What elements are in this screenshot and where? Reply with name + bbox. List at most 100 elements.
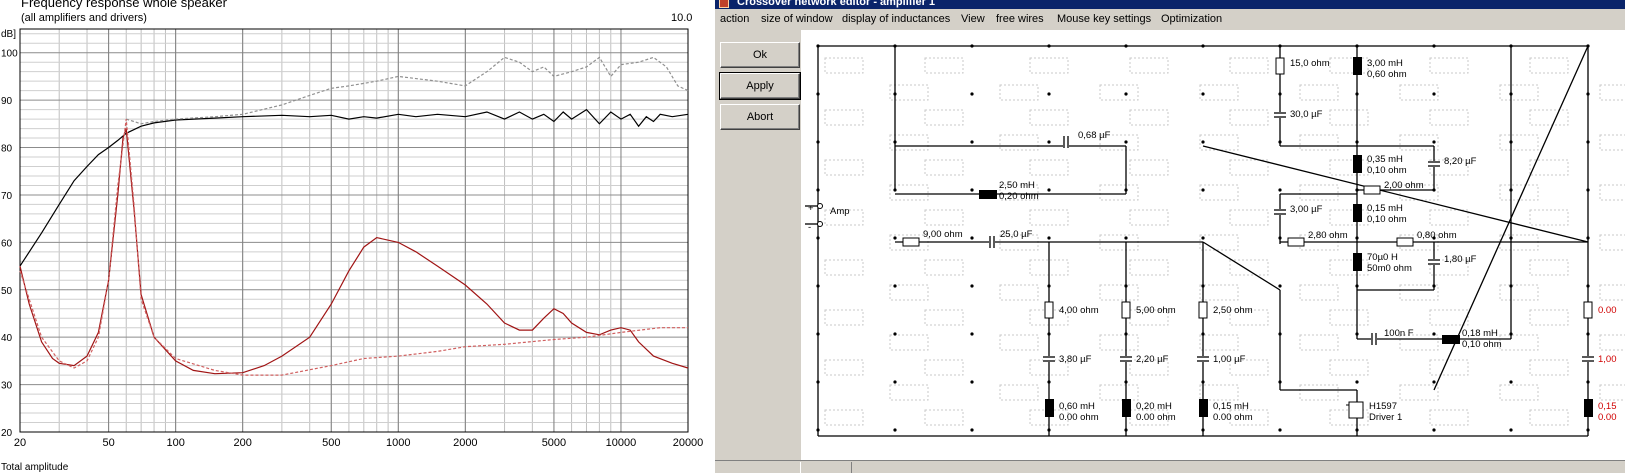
driver-label: H1597 <box>1369 401 1397 412</box>
c-70uH[interactable] <box>1353 253 1362 271</box>
placeholder-slot <box>1329 309 1369 326</box>
c-28ohm[interactable] <box>1287 237 1305 247</box>
placeholder-slot <box>889 334 929 351</box>
grid-node <box>893 284 897 288</box>
menu-inductances-label: display of inductances <box>842 13 951 25</box>
editor-menu-bar: action size of window display of inducta… <box>715 9 1625 30</box>
c-08ohm[interactable] <box>1396 237 1414 247</box>
apply-button[interactable]: Apply <box>719 72 801 100</box>
component-label: 0,10 ohm <box>1462 339 1502 350</box>
component-label: 3,00 mH <box>1367 58 1403 69</box>
menu-size-of-window[interactable]: size of window <box>761 13 833 25</box>
component-label: 0,60 ohm <box>1367 69 1407 80</box>
driver-1-symbol[interactable] <box>1348 401 1364 419</box>
component-label: 0,10 ohm <box>1367 214 1407 225</box>
grid-node <box>1047 188 1051 192</box>
c-015mHb[interactable] <box>1199 399 1208 417</box>
editor-button-panel: Ok Apply Abort <box>715 30 802 460</box>
placeholder-slot <box>1429 209 1469 226</box>
menu-display-of-inductances[interactable]: display of inductances <box>842 13 950 25</box>
c-9ohm[interactable] <box>902 237 920 247</box>
placeholder-slot <box>1329 159 1369 176</box>
placeholder-slot <box>1399 84 1439 101</box>
placeholder-slot <box>999 84 1039 101</box>
placeholder-slot <box>1099 284 1139 301</box>
placeholder-slot <box>1099 84 1139 101</box>
placeholder-slot <box>1099 334 1139 351</box>
grid-node <box>1201 140 1205 144</box>
c-06mH[interactable] <box>1045 399 1054 417</box>
grid-node <box>1047 236 1051 240</box>
x-tick-label: 500 <box>322 437 340 449</box>
amp-plus-sign: + <box>808 203 814 214</box>
grid-node <box>1124 140 1128 144</box>
c-15ohm[interactable] <box>1275 57 1285 75</box>
c-red-l[interactable] <box>1584 399 1593 417</box>
placeholder-slot <box>1429 309 1469 326</box>
ok-button[interactable]: Ok <box>720 42 800 68</box>
c-red-r[interactable] <box>1583 301 1593 319</box>
c-018mH[interactable] <box>1442 335 1460 344</box>
placeholder-slot <box>1499 334 1539 351</box>
menu-view[interactable]: View <box>961 13 985 25</box>
schematic-canvas[interactable]: 15,0 ohm 3,00 mH 0,60 ohm 30,0 µF 0,68 µF 0,3… <box>801 30 1625 460</box>
menu-optimization-label: Optimization <box>1161 13 1223 25</box>
placeholder-slot <box>1529 259 1569 276</box>
placeholder-slot <box>1099 184 1139 201</box>
editor-title-bar[interactable]: Crossover network editor - amplifier 1 <box>715 0 1625 9</box>
menu-action[interactable]: action <box>720 13 749 25</box>
x-tick-label: 200 <box>233 437 251 449</box>
component-label: 8,20 µF <box>1444 156 1477 167</box>
placeholder-slot <box>1599 184 1625 201</box>
grid-node <box>1432 428 1436 432</box>
placeholder-slot <box>1199 84 1239 101</box>
c-5ohm[interactable] <box>1121 301 1131 319</box>
placeholder-slot <box>1299 134 1339 151</box>
placeholder-slot <box>1399 384 1439 401</box>
c-4ohm[interactable] <box>1044 301 1054 319</box>
x-tick-label: 100 <box>166 437 184 449</box>
y-tick-label: 20 <box>1 428 13 439</box>
driver-label: Driver 1 <box>1369 412 1402 423</box>
c-02mH[interactable] <box>1122 399 1131 417</box>
placeholder-slot <box>1499 134 1539 151</box>
placeholder-slot <box>1399 284 1439 301</box>
placeholder-slot <box>1229 209 1269 226</box>
menu-optimization[interactable]: Optimization <box>1161 13 1222 25</box>
menu-mouse-label: Mouse key settings <box>1057 13 1152 25</box>
grid-node <box>1201 236 1205 240</box>
placeholder-slot <box>999 334 1039 351</box>
placeholder-slot <box>1029 57 1069 74</box>
placeholder-slot <box>1329 259 1369 276</box>
c-25ohm[interactable] <box>1198 301 1208 319</box>
amp-minus-sign: - <box>808 222 811 233</box>
menu-mouse-key-settings[interactable]: Mouse key settings <box>1057 13 1151 25</box>
menu-free-wires[interactable]: free wires <box>996 13 1044 25</box>
editor-tab[interactable] <box>800 462 852 473</box>
c-2ohm[interactable] <box>1363 185 1381 195</box>
placeholder-slot <box>1599 384 1625 401</box>
app-icon <box>719 0 729 8</box>
frequency-response-chart: 100 90 80 70 60 50 40 30 20 dB] 20 50 100 200 500 1000 2… <box>1 12 704 472</box>
placeholder-slot <box>1029 109 1069 126</box>
c-3mH[interactable] <box>1353 57 1362 75</box>
placeholder-slot <box>1499 284 1539 301</box>
placeholder-slot <box>1199 184 1239 201</box>
grid-node <box>970 284 974 288</box>
x-tick-label: 20000 <box>673 437 704 449</box>
placeholder-slot <box>1029 209 1069 226</box>
c-25mH[interactable] <box>979 190 997 199</box>
grid-node <box>1509 380 1513 384</box>
c-035mH[interactable] <box>1353 155 1362 173</box>
placeholder-slot <box>1229 57 1269 74</box>
component-label: 0,35 mH <box>1367 154 1403 165</box>
placeholder-slot <box>1299 184 1339 201</box>
grid-node <box>1124 236 1128 240</box>
placeholder-slot <box>1299 84 1339 101</box>
y-tick-label: 60 <box>1 238 13 249</box>
abort-button[interactable]: Abort <box>720 104 800 130</box>
crossover-schematic[interactable]: 15,0 ohm 3,00 mH0,60 ohm 30,0 µF 0,68 µF 0,3… <box>801 30 1625 460</box>
grid-node <box>1432 380 1436 384</box>
c-015mHa[interactable] <box>1353 204 1362 222</box>
placeholder-slot <box>824 159 864 176</box>
